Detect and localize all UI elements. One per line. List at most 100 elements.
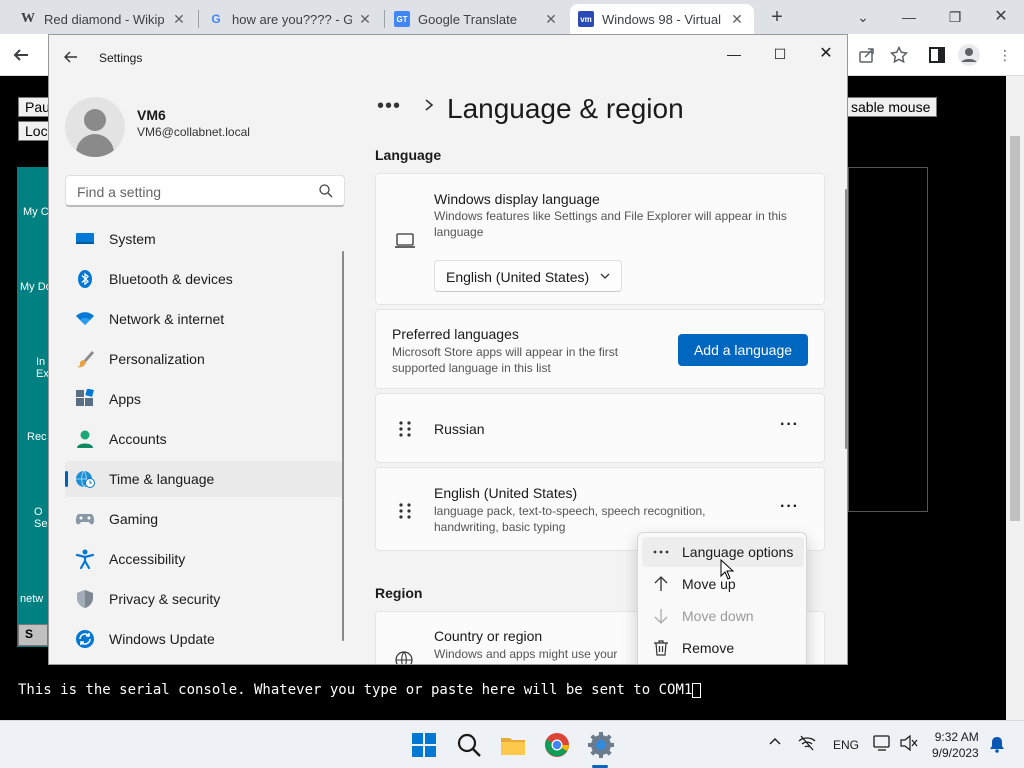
- sidebar-item-accessibility[interactable]: Accessibility: [65, 541, 343, 577]
- sidebar-item-label: Windows Update: [109, 631, 215, 647]
- avatar[interactable]: [65, 97, 125, 157]
- sidebar-item-network[interactable]: Network & internet: [65, 301, 343, 337]
- notification-bell-icon[interactable]: [988, 735, 1006, 756]
- maximize-icon[interactable]: ☐: [757, 39, 803, 69]
- desktop-label: In Ex: [36, 356, 48, 380]
- menu-item-label: Move down: [682, 608, 754, 624]
- page-scrollbar[interactable]: [1006, 76, 1024, 720]
- sidebar-item-bluetooth[interactable]: Bluetooth & devices: [65, 261, 343, 297]
- mouse-cursor-icon: [720, 558, 735, 581]
- text-cursor: [692, 682, 702, 698]
- clock-time: 9:32 AM: [934, 730, 979, 744]
- sidebar-item-label: Accounts: [109, 431, 167, 447]
- apps-icon: [75, 388, 95, 409]
- restore-icon[interactable]: ❐: [932, 4, 978, 30]
- search-icon: [318, 183, 334, 199]
- browser-tab-windows98[interactable]: vm Windows 98 - Virtual x86 ✕: [570, 4, 754, 34]
- bookmark-star-icon[interactable]: [888, 44, 910, 66]
- breadcrumb-more-button[interactable]: •••: [377, 95, 401, 118]
- language-item-russian[interactable]: Russian ···: [375, 393, 825, 463]
- back-arrow-icon[interactable]: [10, 44, 32, 66]
- section-label-region: Region: [375, 585, 423, 601]
- more-icon: [652, 543, 670, 561]
- chrome-icon[interactable]: [543, 731, 571, 759]
- clock[interactable]: 9:32 AM 9/9/2023: [932, 729, 979, 761]
- sidebar-item-system[interactable]: System: [65, 221, 343, 257]
- windows-start-icon[interactable]: [410, 731, 438, 759]
- network-disconnected-icon[interactable]: [798, 734, 816, 755]
- content-scrollbar[interactable]: [845, 189, 847, 449]
- menu-item-label: Language options: [682, 544, 794, 560]
- input-language-indicator[interactable]: ENG: [833, 738, 859, 752]
- win98-desktop[interactable]: [17, 167, 49, 647]
- settings-gear-icon[interactable]: [587, 731, 615, 759]
- close-tab-icon[interactable]: ✕: [728, 10, 746, 28]
- sidebar-item-label: Gaming: [109, 511, 159, 527]
- share-icon[interactable]: [856, 44, 878, 66]
- sidebar-item-personalization[interactable]: Personalization: [65, 341, 343, 377]
- display-language-title: Windows display language: [434, 191, 600, 207]
- person-icon: [75, 429, 95, 449]
- desktop-label: My Do: [20, 281, 52, 293]
- sidebar-item-accounts[interactable]: Accounts: [65, 421, 343, 457]
- drag-handle-icon[interactable]: [398, 420, 412, 438]
- language-name: English (United States): [434, 485, 578, 501]
- desktop-label: O Se: [34, 506, 48, 530]
- search-icon[interactable]: [455, 731, 483, 759]
- sidebar-item-windows-update[interactable]: Windows Update: [65, 621, 343, 657]
- back-arrow-icon[interactable]: [63, 49, 79, 70]
- close-icon[interactable]: ✕: [803, 39, 847, 69]
- v86-icon: vm: [578, 11, 594, 27]
- close-tab-icon[interactable]: ✕: [542, 10, 560, 28]
- serial-console-text: This is the serial console. Whatever you…: [18, 682, 702, 698]
- browser-tab-google[interactable]: G how are you???? - Google ✕: [200, 4, 382, 34]
- sidebar-item-time-language[interactable]: Time & language: [65, 461, 343, 497]
- sidebar-item-apps[interactable]: Apps: [65, 381, 343, 417]
- wifi-icon: [75, 309, 95, 329]
- sidebar-item-privacy[interactable]: Privacy & security: [65, 581, 343, 617]
- minimize-icon[interactable]: —: [886, 4, 932, 30]
- bluetooth-icon: [75, 269, 95, 289]
- close-tab-icon[interactable]: ✕: [356, 10, 374, 28]
- taskbar: ENG 9:32 AM 9/9/2023: [0, 720, 1024, 768]
- add-language-button[interactable]: Add a language: [678, 334, 808, 366]
- desktop-label: Rec: [27, 431, 47, 443]
- chevron-right-icon: [423, 95, 435, 121]
- drag-handle-icon[interactable]: [398, 502, 412, 520]
- sidebar-item-label: Time & language: [109, 471, 215, 487]
- profile-avatar-icon[interactable]: [958, 44, 980, 66]
- sidebar-item-gaming[interactable]: Gaming: [65, 501, 343, 537]
- minimize-icon[interactable]: —: [711, 39, 757, 69]
- scrollbar-thumb[interactable]: [1010, 136, 1020, 521]
- display-icon[interactable]: [873, 734, 893, 755]
- display-language-dropdown[interactable]: English (United States): [434, 260, 622, 292]
- search-input[interactable]: Find a setting: [65, 175, 345, 207]
- browser-tab-wikipedia[interactable]: W Red diamond - Wikipedia ✕: [12, 4, 196, 34]
- sidebar-scrollbar[interactable]: [342, 251, 344, 641]
- pause-button[interactable]: Pau: [18, 97, 50, 117]
- tab-title: Google Translate: [418, 11, 518, 27]
- menu-dots-icon[interactable]: ⋮: [994, 44, 1016, 66]
- translate-icon: GT: [394, 11, 410, 27]
- lock-mouse-button[interactable]: Loc: [18, 121, 50, 141]
- file-explorer-icon[interactable]: [499, 731, 527, 759]
- close-tab-icon[interactable]: ✕: [170, 10, 188, 28]
- more-options-icon[interactable]: ···: [780, 416, 799, 434]
- side-panel-icon[interactable]: [926, 44, 948, 66]
- wikipedia-icon: W: [21, 11, 35, 26]
- more-options-icon[interactable]: ···: [780, 498, 799, 516]
- win98-start-button[interactable]: S: [18, 624, 48, 646]
- close-icon[interactable]: ✕: [978, 4, 1024, 30]
- disable-mouse-button[interactable]: sable mouse: [842, 97, 938, 117]
- preferred-languages-card: Preferred languages Microsoft Store apps…: [375, 309, 825, 389]
- new-tab-icon[interactable]: +: [766, 6, 788, 28]
- chevron-down-icon[interactable]: ⌄: [840, 4, 886, 30]
- profile-email: VM6@collabnet.local: [137, 125, 250, 139]
- accessibility-icon: [75, 549, 95, 570]
- menu-item-remove[interactable]: Remove: [642, 633, 804, 663]
- browser-tab-translate[interactable]: GT Google Translate ✕: [386, 4, 568, 34]
- sidebar-item-label: Accessibility: [109, 551, 186, 567]
- display-language-desc: Windows features like Settings and File …: [434, 209, 787, 239]
- volume-muted-icon[interactable]: [899, 734, 919, 755]
- chevron-up-icon[interactable]: [768, 735, 782, 752]
